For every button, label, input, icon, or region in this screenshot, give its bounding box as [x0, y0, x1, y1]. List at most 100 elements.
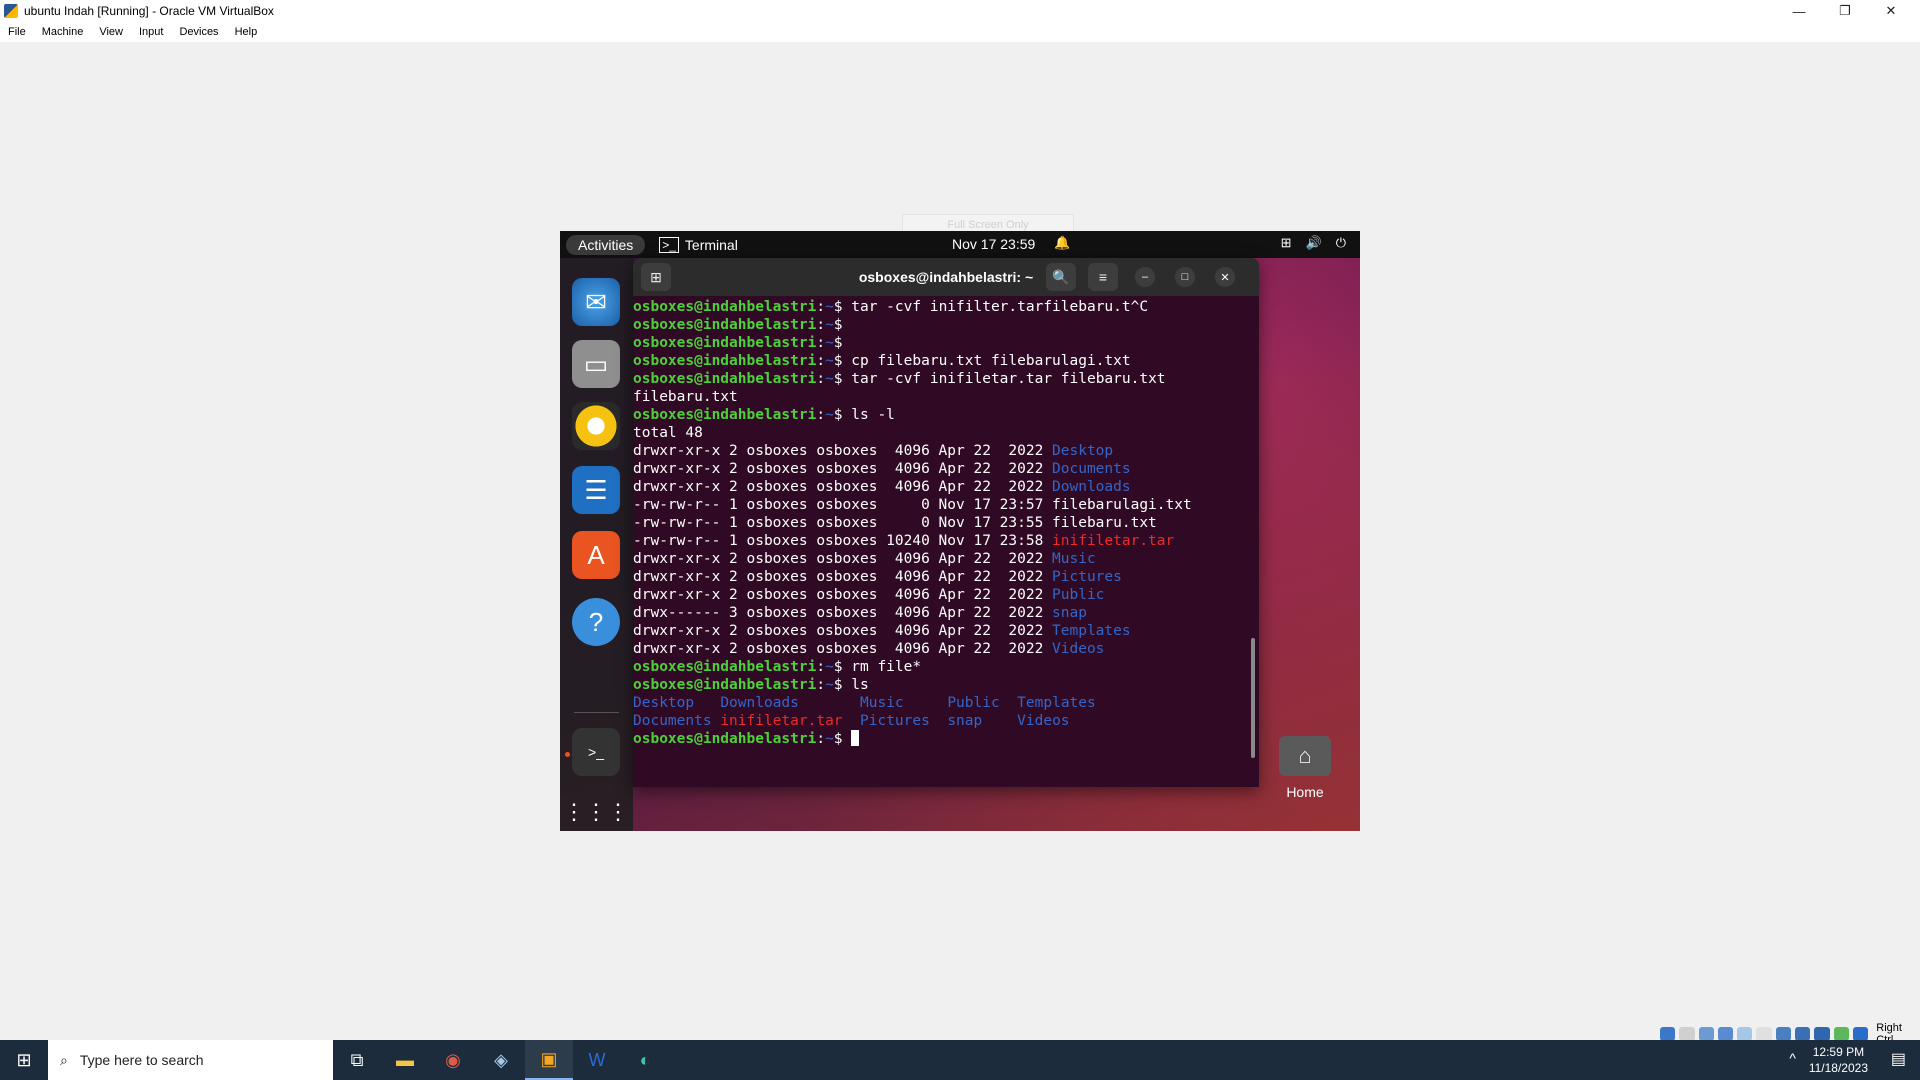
ls-entry-name: Videos: [1052, 641, 1105, 657]
hdd-icon[interactable]: [1660, 1027, 1676, 1041]
help-icon[interactable]: ?: [572, 598, 620, 646]
display-icon[interactable]: [1775, 1027, 1792, 1041]
terminal-line: drwxr-xr-x 2 osboxes osboxes 4096 Apr 22…: [633, 550, 1243, 568]
ls-entry-name: Documents: [633, 713, 712, 729]
virtualbox-taskbar-icon[interactable]: ◈: [477, 1040, 525, 1080]
music-icon[interactable]: [572, 402, 620, 450]
prompt-user: osboxes@indahbelastri: [633, 335, 817, 351]
gnome-top-bar: Activities >_ Terminal Nov 17 23:59 🔔 ⊞ …: [560, 231, 1360, 258]
home-label: Home: [1286, 784, 1324, 800]
app-menu[interactable]: >_ Terminal: [659, 236, 738, 253]
prompt-path: ~: [825, 353, 834, 369]
terminal-line: -rw-rw-r-- 1 osboxes osboxes 10240 Nov 1…: [633, 532, 1243, 550]
activities-button[interactable]: Activities: [566, 234, 646, 255]
ls-entry-name: Music: [860, 695, 904, 711]
prompt-dollar: $: [833, 677, 852, 693]
clock[interactable]: Nov 17 23:59: [952, 236, 1035, 252]
audio-icon[interactable]: [1698, 1027, 1714, 1041]
cpu-icon[interactable]: [1814, 1027, 1830, 1041]
virtualbox-icon: [4, 4, 18, 18]
mouse-integration-icon[interactable]: [1833, 1027, 1849, 1041]
search-button[interactable]: 🔍: [1046, 263, 1076, 291]
ls-gap: [712, 713, 721, 729]
tray-chevron-icon[interactable]: ^: [1789, 1050, 1796, 1066]
optical-icon[interactable]: [1679, 1027, 1695, 1041]
guest-screen[interactable]: Activities >_ Terminal Nov 17 23:59 🔔 ⊞ …: [560, 231, 1360, 831]
terminal-line: osboxes@indahbelastri:~$ tar -cvf inifil…: [633, 298, 1243, 316]
mail-icon[interactable]: ✉: [572, 278, 620, 326]
edge-icon[interactable]: ◐: [621, 1040, 669, 1080]
windows-taskbar: ⊞ ⌕ Type here to search ⧉ ▬ ◉ ◈ ▣ W ◐ ^ …: [0, 1040, 1920, 1080]
running-indicator: [565, 752, 570, 757]
terminal-line: -rw-rw-r-- 1 osboxes osboxes 0 Nov 17 23…: [633, 496, 1243, 514]
ls-meta: drwxr-xr-x 2 osboxes osboxes 4096 Apr 22…: [633, 641, 1053, 657]
ls-meta: drwxr-xr-x 2 osboxes osboxes 4096 Apr 22…: [633, 587, 1053, 603]
terminal-header: ⊞ osboxes@indahbelastri: ~ 🔍 ≡ – □ ✕: [633, 258, 1259, 296]
ls-entry-name: inifiletar.tar: [1052, 533, 1175, 549]
ls-meta: drwxr-xr-x 2 osboxes osboxes 4096 Apr 22…: [633, 623, 1053, 639]
terminal-output[interactable]: osboxes@indahbelastri:~$ tar -cvf inifil…: [633, 296, 1243, 787]
taskbar-clock[interactable]: 12:59 PM 11/18/2023: [1809, 1044, 1868, 1076]
hamburger-menu-button[interactable]: ≡: [1088, 263, 1118, 291]
command-text: ls -l: [851, 407, 895, 423]
prompt-path: ~: [825, 407, 834, 423]
apps-grid-icon[interactable]: ⋮⋮⋮: [563, 788, 629, 831]
menu-devices[interactable]: Devices: [171, 26, 226, 38]
ls-meta: drwxr-xr-x 2 osboxes osboxes 4096 Apr 22…: [633, 479, 1053, 495]
menu-file[interactable]: File: [0, 26, 34, 38]
system-tray[interactable]: ⊞ 🔊 ⏻: [1281, 235, 1346, 251]
menu-view[interactable]: View: [91, 26, 131, 38]
prompt-dollar: $: [833, 299, 852, 315]
terminal-window[interactable]: ⊞ osboxes@indahbelastri: ~ 🔍 ≡ – □ ✕ osb…: [633, 258, 1259, 787]
ls-entry-name: Pictures: [1052, 569, 1122, 585]
vbox-vm-icon[interactable]: ▣: [525, 1040, 573, 1080]
home-shortcut[interactable]: ⌂ Home: [1270, 736, 1340, 800]
store-icon[interactable]: A: [572, 531, 620, 579]
terminal-close-button[interactable]: ✕: [1215, 267, 1235, 287]
restore-button[interactable]: ❐: [1822, 0, 1868, 22]
ls-meta: drwxr-xr-x 2 osboxes osboxes 4096 Apr 22…: [633, 443, 1053, 459]
command-text: tar -cvf inifiletar.tar filebaru.txt: [851, 371, 1166, 387]
writer-icon[interactable]: ☰: [572, 466, 620, 514]
keyboard-icon[interactable]: [1852, 1027, 1869, 1041]
notification-icon[interactable]: ▤: [1891, 1049, 1906, 1069]
minimize-button[interactable]: —: [1776, 0, 1822, 22]
menu-machine[interactable]: Machine: [34, 26, 92, 38]
power-icon: ⏻: [1335, 235, 1346, 250]
close-button[interactable]: ✕: [1868, 0, 1914, 22]
recording-icon[interactable]: [1795, 1027, 1811, 1041]
ls-entry-name: Desktop: [633, 695, 695, 711]
ls-entry-name: Public: [947, 695, 1000, 711]
app-icon[interactable]: ◉: [429, 1040, 477, 1080]
prompt-dollar: $: [833, 371, 852, 387]
prompt-sep: :: [816, 317, 826, 333]
terminal-line: osboxes@indahbelastri:~$ tar -cvf inifil…: [633, 370, 1243, 388]
prompt-dollar: $: [833, 317, 852, 333]
network-status-icon[interactable]: [1717, 1027, 1734, 1041]
text-cursor: [851, 730, 860, 746]
terminal-minimize-button[interactable]: –: [1135, 267, 1155, 287]
terminal-icon[interactable]: >_: [572, 728, 620, 776]
command-text: rm file*: [851, 659, 922, 675]
terminal-maximize-button[interactable]: □: [1175, 267, 1195, 287]
terminal-line: osboxes@indahbelastri:~$ ls -l: [633, 406, 1243, 424]
menu-input[interactable]: Input: [131, 26, 171, 38]
ls-entry-name: snap: [1052, 605, 1087, 621]
files-icon[interactable]: ▭: [572, 340, 620, 388]
terminal-scrollbar[interactable]: [1251, 638, 1255, 758]
file-explorer-icon[interactable]: ▬: [381, 1040, 429, 1080]
windows-start-icon[interactable]: ⊞: [0, 1040, 48, 1080]
terminal-line: -rw-rw-r-- 1 osboxes osboxes 0 Nov 17 23…: [633, 514, 1243, 532]
word-icon[interactable]: W: [573, 1040, 621, 1080]
terminal-line: Documents inifiletar.tar Pictures snap V…: [633, 712, 1243, 730]
usb-icon[interactable]: [1737, 1027, 1753, 1041]
task-view-icon[interactable]: ⧉: [333, 1040, 381, 1080]
taskbar-search[interactable]: ⌕ Type here to search: [48, 1040, 333, 1080]
prompt-path: ~: [825, 371, 834, 387]
prompt-user: osboxes@indahbelastri: [633, 317, 817, 333]
shared-folder-icon[interactable]: [1756, 1027, 1772, 1041]
terminal-line: total 48: [633, 424, 1243, 442]
terminal-line: Desktop Downloads Music Public Templates: [633, 694, 1243, 712]
menu-help[interactable]: Help: [227, 26, 266, 38]
ls-entry-name: snap: [947, 713, 983, 729]
